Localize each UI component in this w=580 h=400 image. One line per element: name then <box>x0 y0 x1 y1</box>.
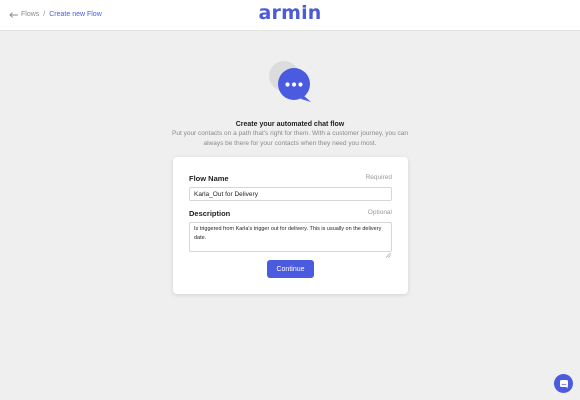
top-bar: Flows / Create new Flow armin <box>0 0 580 31</box>
flow-name-label: Flow Name <box>189 174 229 183</box>
chat-bubbles-icon <box>268 60 314 104</box>
description-optional-hint: Optional <box>367 209 392 216</box>
page-title: Create your automated chat flow <box>235 121 345 128</box>
create-flow-card: Flow Name Required Description Optional … <box>173 157 408 294</box>
description-textarea[interactable]: Is triggered from Karla's trigger out fo… <box>189 222 392 252</box>
description-label: Description <box>189 209 231 218</box>
continue-button[interactable]: Continue <box>267 260 314 278</box>
flow-name-required-hint: Required <box>365 174 392 181</box>
armin-logo: armin <box>258 2 322 24</box>
chat-launcher-icon[interactable] <box>554 374 573 393</box>
resize-grip-icon[interactable] <box>385 245 391 258</box>
page-subtitle: Put your contacts on a path that's right… <box>172 130 408 147</box>
flow-name-input[interactable] <box>189 187 392 201</box>
